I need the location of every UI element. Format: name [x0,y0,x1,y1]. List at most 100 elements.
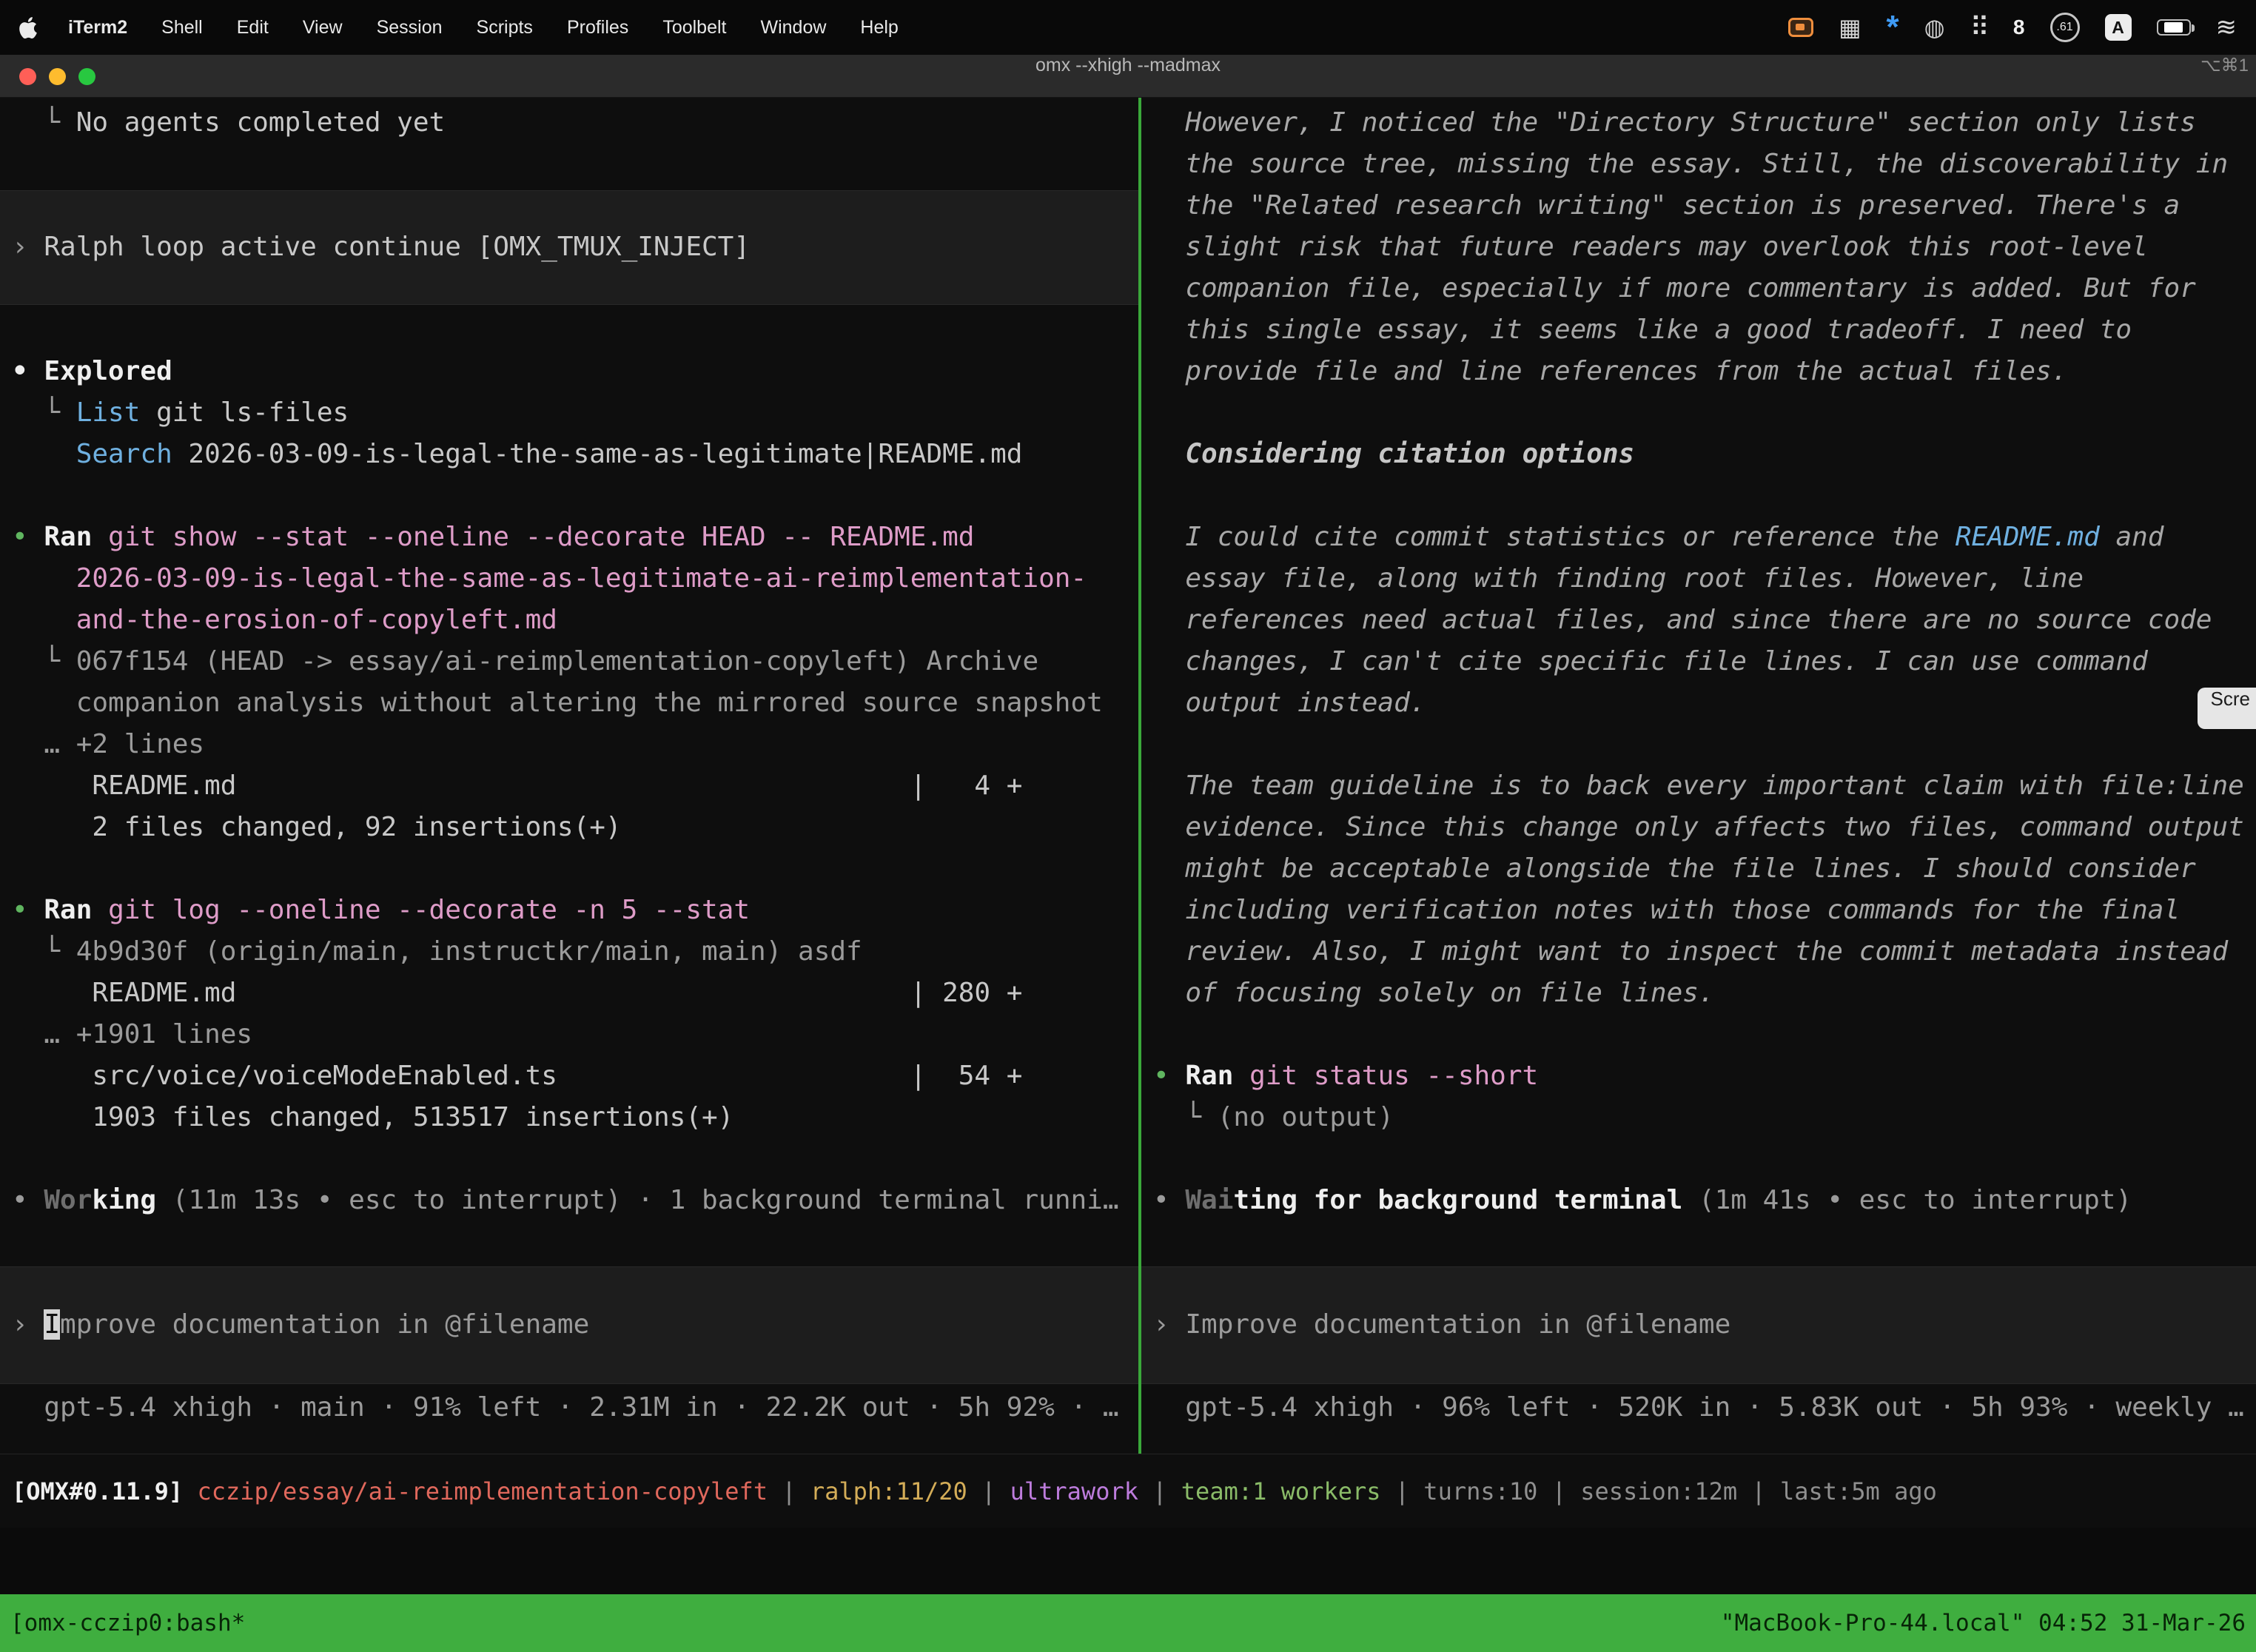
circle-app-icon[interactable]: ◍ [1924,13,1945,41]
text-segment: and [2100,522,2164,552]
text-segment: 1903 files changed, 513517 insertions(+) [12,1102,733,1132]
terminal-line: evidence. Since this change only affects… [1153,807,2244,848]
menu-item-scripts[interactable]: Scripts [477,17,533,38]
terminal-line: └ 4b9d30f (origin/main, instructkr/main,… [12,931,862,973]
zoom-window-button[interactable] [78,68,95,85]
screen-overlay-tab[interactable]: Scre [2198,688,2256,729]
terminal-line: › Improve documentation in @filename [12,1304,589,1346]
terminal-line: README.md | 280 + [12,973,1022,1014]
window-title: omx --xhigh --madmax [0,55,2256,76]
menu-item-session[interactable]: Session [377,17,443,38]
menu-item-window[interactable]: Window [760,17,826,38]
text-segment: 2026-03-09-is-legal-the-same-as-legitima… [172,439,1023,469]
terminal-line: slight risk that future readers may over… [1153,226,2148,268]
text-segment: README.md | 4 + [12,770,1022,801]
terminal-line: 1903 files changed, 513517 insertions(+) [12,1097,733,1138]
right-pane[interactable]: However, I noticed the "Directory Struct… [1141,98,2256,1454]
signal-icon[interactable]: ≋ [2216,13,2237,42]
terminal-line: the source tree, missing the essay. Stil… [1153,144,2228,185]
terminal-line: and-the-erosion-of-copyleft.md [12,600,557,641]
terminal-line: └ (no output) [1153,1097,1394,1138]
terminal-line: The team guideline is to back every impo… [1153,765,2244,807]
text-segment: ting for background terminal [1233,1185,1682,1215]
terminal-line: └ No agents completed yet [12,102,445,144]
omx-segment: | [1381,1477,1424,1505]
omx-segment: cczip/essay/ai-reimplementation-copyleft [197,1477,768,1505]
text-segment: slight risk that future readers may over… [1153,232,2148,262]
terminal-line: provide file and line references from th… [1153,351,2067,392]
omx-status-line: [OMX#0.11.9] cczip/essay/ai-reimplementa… [12,1477,1937,1505]
terminal-line: • Ran git show --stat --oneline --decora… [12,517,974,558]
text-segment: └ 4b9d30f (origin/main, instructkr/main,… [12,936,862,967]
gauge-icon[interactable]: .61 [2050,13,2080,42]
omx-segment: | [768,1477,810,1505]
text-segment: gpt-5.4 xhigh · 96% left · 520K in · 5.8… [1153,1392,2244,1423]
text-segment: I could cite commit statistics or refere… [1153,522,1955,552]
terminal-line: the "Related research writing" section i… [1153,185,2180,226]
text-segment: The team guideline is to back every impo… [1153,770,2244,801]
text-segment: List [76,397,141,428]
menu-item-iterm2[interactable]: iTerm2 [68,17,127,38]
omx-segment: ralph:11/20 [810,1477,967,1505]
input-source-label: A [2112,18,2124,38]
menu-item-view[interactable]: View [303,17,343,38]
window-grid-icon[interactable]: ▦ [1839,13,1861,41]
text-segment: › Improve documentation in @filename [1153,1309,1730,1340]
text-segment: › [12,232,44,262]
terminal-area[interactable]: └ No agents completed yet › Ralph loop ac… [0,98,2256,1454]
window-title-bar[interactable]: omx --xhigh --madmax ⌥⌘1 [0,55,2256,98]
terminal-line: 2 files changed, 92 insertions(+) [12,807,622,848]
number-8-icon[interactable]: 8 [2013,16,2025,39]
text-segment: Ran [44,895,92,925]
terminal-line: Search 2026-03-09-is-legal-the-same-as-l… [12,434,1022,475]
omx-segment: [OMX#0.11.9] [12,1477,197,1505]
menu-items: iTerm2 Shell Edit View Session Scripts Profile… [68,17,899,38]
menu-item-toolbelt[interactable]: Toolbelt [662,17,726,38]
left-pane[interactable]: └ No agents completed yet › Ralph loop ac… [0,98,1138,1454]
blue-app-icon[interactable]: * [1887,20,1899,35]
terminal-line: review. Also, I might want to inspect th… [1153,931,2228,973]
text-segment: › [12,1309,44,1340]
menu-item-profiles[interactable]: Profiles [567,17,628,38]
terminal-line: companion analysis without altering the … [12,682,1103,724]
text-segment: the source tree, missing the essay. Stil… [1153,149,2228,179]
input-source-icon[interactable]: A [2105,14,2132,41]
text-segment: (11m 13s • esc to interrupt) · 1 backgro… [156,1185,1118,1215]
text-segment: Search [76,439,172,469]
apple-menu-icon[interactable] [19,17,37,38]
text-segment: provide file and line references from th… [1153,356,2067,386]
close-window-button[interactable] [19,68,36,85]
terminal-line: I could cite commit statistics or refere… [1153,517,2163,558]
terminal-line: changes, I can't cite specific file line… [1153,641,2148,682]
menu-item-edit[interactable]: Edit [237,17,269,38]
omx-segment: last:5m ago [1780,1477,1937,1505]
text-segment: review. Also, I might want to inspect th… [1153,936,2228,967]
text-segment: I [44,1309,60,1340]
text-segment: changes, I can't cite specific file line… [1153,646,2148,676]
menu-item-shell[interactable]: Shell [161,17,203,38]
terminal-line: this single essay, it seems like a good … [1153,309,2132,351]
battery-fill [2164,22,2183,33]
text-segment: └ (no output) [1153,1102,1394,1132]
minimize-window-button[interactable] [49,68,66,85]
text-segment: including verification notes with those … [1153,895,2180,925]
screen-recording-indicator[interactable] [1788,18,1813,37]
menu-item-help[interactable]: Help [860,17,898,38]
tmux-host-time: "MacBook-Pro-44.local" 04:52 31-Mar-26 [1721,1610,2246,1636]
dots-grid-icon[interactable]: ⠿ [1970,12,1988,43]
text-segment: Ralph loop active continue [OMX_TMUX_INJ… [44,232,750,262]
omx-segment: | [1138,1477,1181,1505]
terminal-line: … +1901 lines [12,1014,252,1055]
apple-logo-icon [19,17,37,38]
omx-segment: team:1 workers [1181,1477,1381,1505]
terminal-line: • Explored [12,351,172,392]
terminal-line: references need actual files, and since … [1153,600,2212,641]
battery-icon[interactable] [2157,19,2191,36]
text-segment: README.md [1955,522,2100,552]
text-segment: … +2 lines [12,729,204,759]
text-segment: Wai [1185,1185,1233,1215]
menu-status-icons: ▦ * ◍ ⠿ 8 .61 A ≋ [1788,12,2237,43]
text-segment: Ran [44,522,92,552]
text-segment: git log --oneline --decorate -n 5 --stat [92,895,750,925]
text-segment: • Explored [12,356,172,386]
